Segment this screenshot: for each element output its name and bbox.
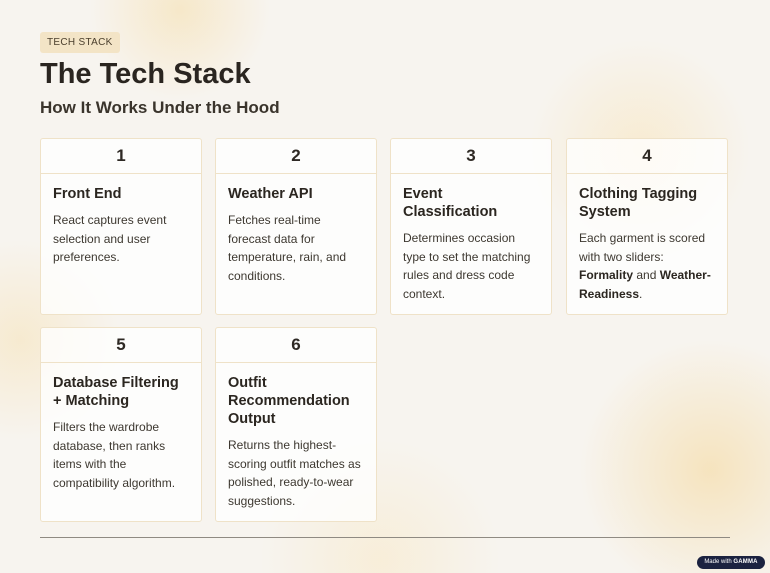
card-body: Event Classification Determines occasion… xyxy=(391,174,551,313)
card-body: Outfit Recommendation Output Returns the… xyxy=(216,363,376,520)
card-clothing-tagging: 4 Clothing Tagging System Each garment i… xyxy=(566,138,728,315)
card-body: Weather API Fetches real-time forecast d… xyxy=(216,174,376,295)
card-description: Filters the wardrobe database, then rank… xyxy=(53,420,176,490)
section-tag: TECH STACK xyxy=(40,32,120,53)
card-title: Front End xyxy=(53,186,122,202)
card-number: 4 xyxy=(567,139,727,174)
page-title: The Tech Stack xyxy=(40,58,251,90)
card-number: 3 xyxy=(391,139,551,174)
card-number: 2 xyxy=(216,139,376,174)
formality-term: Formality xyxy=(579,268,634,282)
card-title: Event Classification xyxy=(403,186,498,220)
card-number: 6 xyxy=(216,328,376,363)
card-outfit-recommendation: 6 Outfit Recommendation Output Returns t… xyxy=(215,327,377,522)
card-title: Outfit Recommendation Output xyxy=(228,375,350,427)
description-text: Each garment is scored with two sliders: xyxy=(579,231,706,264)
card-title: Clothing Tagging System xyxy=(579,186,698,220)
card-description: Fetches real-time forecast data for temp… xyxy=(228,213,347,283)
card-title: Database Filtering + Matching xyxy=(53,375,179,409)
card-description: Returns the highest-scoring outfit match… xyxy=(228,438,361,508)
card-number: 1 xyxy=(41,139,201,174)
card-number: 5 xyxy=(41,328,201,363)
card-description: Determines occasion type to set the matc… xyxy=(403,231,531,301)
card-database-filtering: 5 Database Filtering + Matching Filters … xyxy=(40,327,202,522)
footer-divider xyxy=(40,537,730,538)
card-event-classification: 3 Event Classification Determines occasi… xyxy=(390,138,552,315)
card-body: Front End React captures event selection… xyxy=(41,174,201,277)
card-weather-api: 2 Weather API Fetches real-time forecast… xyxy=(215,138,377,315)
card-title: Weather API xyxy=(228,186,313,202)
card-body: Database Filtering + Matching Filters th… xyxy=(41,363,201,502)
page-subtitle: How It Works Under the Hood xyxy=(40,98,280,117)
card-description: Each garment is scored with two sliders:… xyxy=(579,229,715,303)
badge-prefix: Made with xyxy=(704,559,732,565)
gamma-logo: GAMMA xyxy=(733,559,758,565)
card-front-end: 1 Front End React captures event selecti… xyxy=(40,138,202,315)
card-description: React captures event selection and user … xyxy=(53,213,167,264)
description-text: and xyxy=(633,268,660,282)
card-body: Clothing Tagging System Each garment is … xyxy=(567,174,727,313)
description-text: . xyxy=(639,286,643,301)
made-with-gamma-badge[interactable]: Made with GAMMA xyxy=(697,556,765,569)
